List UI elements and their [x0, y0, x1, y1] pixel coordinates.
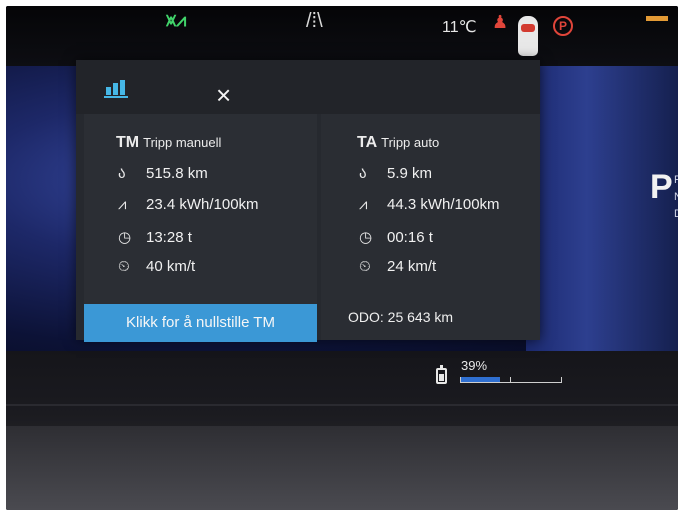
- consumption-icon: ⩘: [359, 196, 368, 213]
- clock-icon: ◷: [118, 229, 132, 246]
- dashboard-seam: [6, 404, 678, 406]
- trip-auto-consumption-row: ⩘ 44.3 kWh/100km: [359, 196, 500, 213]
- battery-level-bar: [460, 377, 562, 383]
- gear-selected: P: [650, 168, 673, 206]
- indicator-bar: [646, 16, 668, 21]
- close-icon[interactable]: ×: [216, 82, 231, 108]
- trip-auto-distance-row: ა 5.9 km: [359, 164, 433, 183]
- battery-level-fill: [460, 377, 500, 382]
- parking-brake-icon: P: [553, 16, 573, 36]
- trip-auto-name: Tripp auto: [381, 135, 440, 150]
- headlight-icon: ⩙⩘: [166, 10, 187, 30]
- trip-manual-code: TM: [116, 134, 140, 151]
- consumption-icon: ⩘: [118, 196, 127, 213]
- battery-tick: [510, 377, 511, 382]
- trip-auto-time-row: ◷ 00:16 t: [359, 228, 433, 247]
- seatbelt-warning-icon: ♟: [492, 12, 509, 32]
- trip-auto-distance: 5.9 km: [387, 164, 433, 182]
- speedometer-icon: ⏲: [359, 258, 371, 275]
- trip-manual-consumption: 23.4 kWh/100km: [146, 196, 259, 213]
- dashboard-trim: [6, 426, 678, 510]
- trip-manual-speed: 40 km/t: [146, 258, 196, 275]
- car-doors-icon: [518, 16, 538, 56]
- clock-icon: ◷: [359, 229, 373, 246]
- map-background-right: [526, 66, 678, 351]
- trip-manual-distance-row: ა 515.8 km: [118, 164, 208, 183]
- gear-others: RND: [674, 174, 678, 220]
- trip-auto-title: TA Tripp auto: [357, 134, 439, 152]
- battery-tick: [460, 377, 461, 382]
- lane-road-icon: /⁞\: [306, 10, 323, 32]
- trip-auto-consumption: 44.3 kWh/100km: [387, 196, 500, 213]
- reset-trip-manual-button[interactable]: Klikk for å nullstille TM: [84, 304, 317, 342]
- trip-manual-name: Tripp manuell: [143, 135, 222, 150]
- trip-auto-speed-row: ⏲ 24 km/t: [359, 258, 436, 275]
- trip-manual-distance: 515.8 km: [146, 164, 208, 182]
- trip-auto-speed: 24 km/t: [387, 258, 437, 275]
- trip-manual-time-row: ◷ 13:28 t: [118, 228, 192, 247]
- trip-auto-code: TA: [357, 134, 378, 151]
- outside-temperature: 11℃: [442, 19, 477, 36]
- distance-icon: ა: [118, 165, 126, 182]
- odometer: ODO: 25 643 km: [348, 309, 454, 325]
- bar-chart-icon[interactable]: [104, 76, 128, 98]
- distance-icon: ა: [359, 165, 367, 182]
- trip-auto-panel: TA Tripp auto ა 5.9 km ⩘ 44.3 kWh/100km ◷ 00…: [321, 114, 540, 340]
- trip-computer-popup: × TM Tripp manuell ა 515.8 km ⩘ 23.4 kWh/10…: [76, 60, 540, 342]
- trip-auto-time: 00:16 t: [387, 228, 433, 246]
- battery-percent: 39%: [461, 358, 488, 373]
- battery-tick: [561, 377, 562, 382]
- speedometer-icon: ⏲: [118, 258, 130, 275]
- battery-icon: [436, 365, 447, 384]
- dashboard-photo: ⩙⩘ /⁞\ 11℃ ♟ P P RND × TM Tripp manuell ა…: [6, 6, 678, 510]
- trip-manual-speed-row: ⏲ 40 km/t: [118, 258, 195, 275]
- popup-header: ×: [76, 60, 540, 114]
- trip-manual-consumption-row: ⩘ 23.4 kWh/100km: [118, 196, 259, 213]
- trip-manual-time: 13:28 t: [146, 228, 192, 246]
- trip-manual-title: TM Tripp manuell: [116, 134, 221, 152]
